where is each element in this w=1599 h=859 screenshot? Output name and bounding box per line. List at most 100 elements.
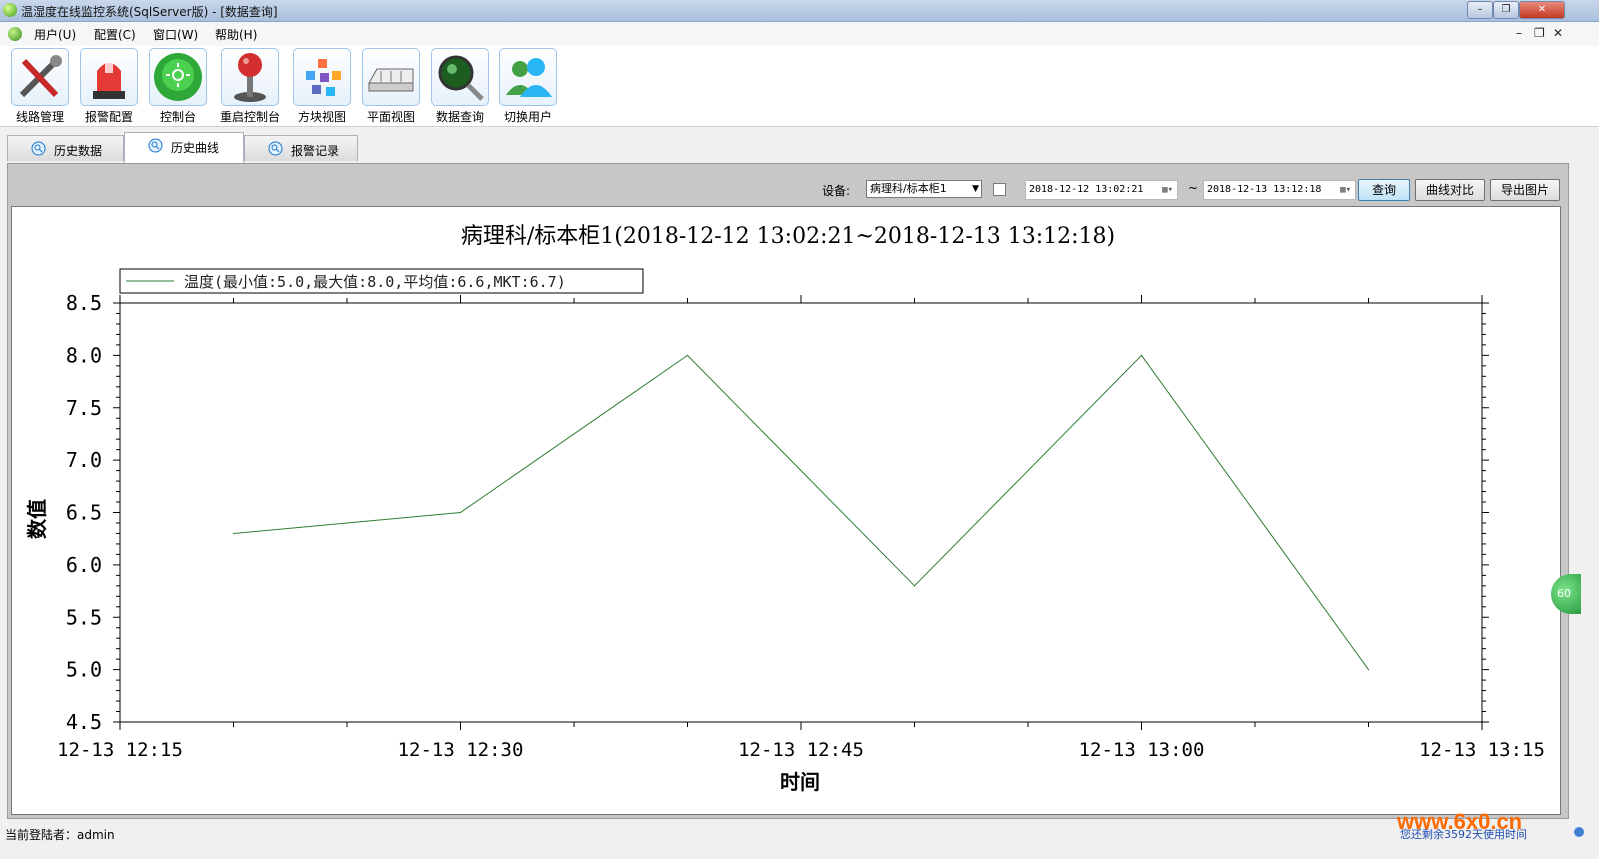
device-select[interactable]: 病理科/标本柜1 ▼ <box>866 180 982 198</box>
x-axis-label: 时间 <box>780 770 820 794</box>
y-tick-label: 5.5 <box>66 605 102 629</box>
tool-alarm-config[interactable]: 报警配置 <box>77 48 141 124</box>
tool-label: 线路管理 <box>15 110 64 124</box>
plot-area <box>119 302 1483 723</box>
end-date-picker[interactable]: 2018-12-13 13:12:18 ▦▾ <box>1203 180 1356 200</box>
temperature-series-line <box>233 354 1369 670</box>
tool-restart-console[interactable]: 重启控制台 <box>218 48 282 124</box>
curve-compare-button[interactable]: 曲线对比 <box>1415 179 1485 201</box>
tool-block-view[interactable]: 方块视图 <box>290 48 354 124</box>
end-date-value: 2018-12-13 13:12:18 <box>1207 184 1322 195</box>
query-button[interactable]: 查询 <box>1358 179 1410 201</box>
chevron-down-icon: ▼ <box>972 184 979 194</box>
tab-label: 报警记录 <box>291 144 340 158</box>
chart-panel: 病理科/标本柜1(2018-12-12 13:02:21~2018-12-13 … <box>11 206 1561 815</box>
device-select-value: 病理科/标本柜1 <box>870 182 947 195</box>
window-titlebar: 温湿度在线监控系统(SqlServer版) - [数据查询] – ❐ ✕ <box>0 0 1599 22</box>
toolbar: 线路管理 报警配置 控制台 重启控制台 方块视图 平面视图 数据查询 切换用户 <box>0 46 1599 127</box>
app-icon <box>3 3 17 17</box>
block-view-icon <box>293 48 351 106</box>
tool-label: 切换用户 <box>503 110 552 124</box>
tool-data-query[interactable]: 数据查询 <box>428 48 492 124</box>
data-point <box>913 585 916 587</box>
menu-window[interactable]: 窗口(W) <box>153 26 198 43</box>
line-chart: 病理科/标本柜1(2018-12-12 13:02:21~2018-12-13 … <box>25 224 1545 794</box>
tool-console[interactable]: 控制台 <box>146 48 210 124</box>
tool-label: 控制台 <box>159 110 196 124</box>
y-tick-label: 8.0 <box>66 343 102 367</box>
data-point <box>686 354 689 356</box>
calendar-dropdown-icon: ▦▾ <box>1340 185 1351 195</box>
y-tick-label: 8.5 <box>66 291 102 315</box>
menu-help[interactable]: 帮助(H) <box>215 26 257 43</box>
menu-config[interactable]: 配置(C) <box>94 26 136 43</box>
y-axis-label: 数值 <box>25 499 49 539</box>
filter-bar: 设备: 病理科/标本柜1 ▼ 2018-12-12 13:02:21 ▦▾ ~ … <box>8 164 1568 204</box>
chart-title: 病理科/标本柜1(2018-12-12 13:02:21~2018-12-13 … <box>461 224 1115 249</box>
floor-plan-icon <box>362 48 420 106</box>
console-icon <box>149 48 207 106</box>
compare-checkbox[interactable] <box>993 183 1006 196</box>
tool-label: 报警配置 <box>84 110 133 124</box>
tool-switch-user[interactable]: 切换用户 <box>496 48 560 124</box>
tab-label: 历史曲线 <box>171 141 220 155</box>
mdi-minimize-button[interactable]: – <box>1516 26 1522 40</box>
y-tick-label: 7.0 <box>66 448 102 472</box>
legend: 温度(最小值:5.0,最大值:8.0,平均值:6.6,MKT:6.7) <box>119 268 644 294</box>
start-date-value: 2018-12-12 13:02:21 <box>1029 184 1144 195</box>
info-icon <box>1574 827 1584 837</box>
export-image-button[interactable]: 导出图片 <box>1490 179 1560 201</box>
data-point <box>232 532 235 535</box>
tab-history-curve[interactable]: 历史曲线 <box>124 132 244 163</box>
start-date-picker[interactable]: 2018-12-12 13:02:21 ▦▾ <box>1025 180 1178 200</box>
tools-icon <box>11 48 69 106</box>
y-tick-label: 7.5 <box>66 396 102 420</box>
current-user-status: 当前登陆者：admin <box>5 828 115 842</box>
tool-label: 平面视图 <box>366 110 415 124</box>
y-tick-label: 6.0 <box>66 553 102 577</box>
tool-label: 方块视图 <box>297 110 346 124</box>
x-tick-label: 12-13 12:30 <box>398 739 524 761</box>
y-tick-label: 6.5 <box>66 501 102 525</box>
calendar-dropdown-icon: ▦▾ <box>1162 185 1173 195</box>
data-point <box>1140 354 1143 356</box>
window-close-button[interactable]: ✕ <box>1519 1 1565 19</box>
search-icon <box>31 141 46 156</box>
tab-alarm-records[interactable]: 报警记录 <box>244 135 358 161</box>
window-minimize-button[interactable]: – <box>1467 1 1493 19</box>
x-tick-label: 12-13 12:15 <box>57 739 183 761</box>
tool-line-management[interactable]: 线路管理 <box>8 48 72 124</box>
tab-history-data[interactable]: 历史数据 <box>7 135 124 161</box>
remaining-days-status: 您还剩余3592天使用时间 <box>1400 828 1527 841</box>
switch-user-icon <box>499 48 557 106</box>
tab-strip: 历史数据 历史曲线 报警记录 <box>0 130 1599 164</box>
magnifier-icon <box>431 48 489 106</box>
window-maximize-button[interactable]: ❐ <box>1493 1 1519 19</box>
menu-bar: 用户(U) 配置(C) 窗口(W) 帮助(H) – ❐ ✕ <box>0 22 1599 46</box>
mdi-restore-button[interactable]: ❐ <box>1534 26 1545 40</box>
tool-label: 数据查询 <box>435 110 484 124</box>
x-tick-label: 12-13 13:00 <box>1079 739 1205 761</box>
x-tick-label: 12-13 12:45 <box>738 739 864 761</box>
window-title: 温湿度在线监控系统(SqlServer版) - [数据查询] <box>21 5 278 19</box>
tool-floor-view[interactable]: 平面视图 <box>359 48 423 124</box>
data-point <box>1367 669 1370 671</box>
menu-app-icon <box>8 27 22 41</box>
joystick-icon <box>221 48 279 106</box>
range-separator: ~ <box>1188 181 1199 195</box>
tab-label: 历史数据 <box>54 144 103 158</box>
search-icon <box>148 138 163 153</box>
legend-label: 温度(最小值:5.0,最大值:8.0,平均值:6.6,MKT:6.7) <box>184 273 566 291</box>
mdi-close-button[interactable]: ✕ <box>1553 26 1563 40</box>
x-tick-label: 12-13 13:15 <box>1419 739 1545 761</box>
alarm-light-icon <box>80 48 138 106</box>
device-label: 设备: <box>822 184 851 198</box>
status-bar: 当前登陆者：admin www.6x0.cn 您还剩余3592天使用时间 <box>0 809 1599 859</box>
tool-label: 重启控制台 <box>219 110 280 124</box>
search-icon <box>268 141 283 156</box>
y-tick-label: 4.5 <box>66 710 102 734</box>
data-point <box>459 511 462 514</box>
menu-user[interactable]: 用户(U) <box>34 26 76 43</box>
history-curve-panel: 设备: 病理科/标本柜1 ▼ 2018-12-12 13:02:21 ▦▾ ~ … <box>7 163 1569 819</box>
y-tick-label: 5.0 <box>66 658 102 682</box>
